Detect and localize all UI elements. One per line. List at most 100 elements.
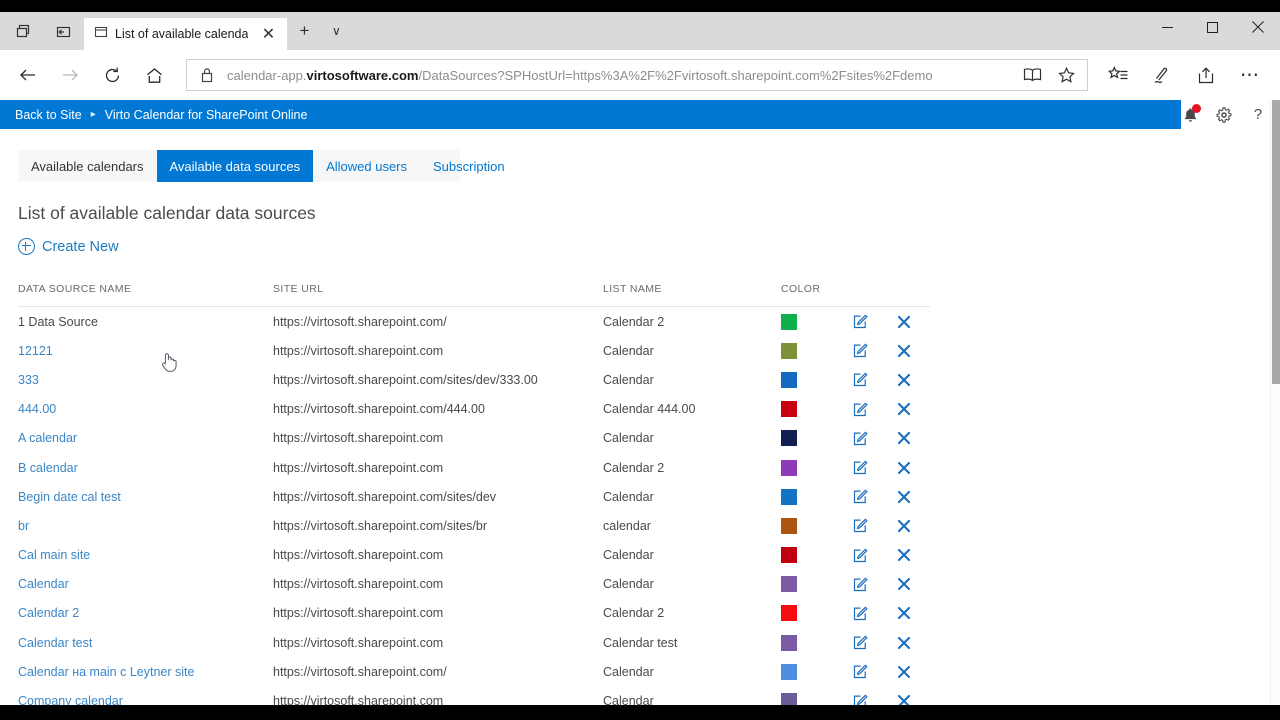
data-source-name-link[interactable]: B calendar <box>18 461 273 475</box>
data-source-name-link[interactable]: br <box>18 519 273 533</box>
edit-icon[interactable] <box>853 606 897 621</box>
help-icon[interactable]: ? <box>1248 105 1268 125</box>
data-source-name-link[interactable]: Cal main site <box>18 548 273 562</box>
edit-icon[interactable] <box>853 489 897 504</box>
site-url-cell: https://virtosoft.sharepoint.com/444.00 <box>273 402 485 417</box>
minimize-button[interactable] <box>1145 12 1190 42</box>
delete-icon[interactable] <box>897 373 930 387</box>
tab-subscription-label: Subscription <box>433 158 505 174</box>
table-row: Calendar test https://virtosoft.sharepoin… <box>18 628 930 657</box>
color-swatch <box>781 488 797 505</box>
vertical-scrollbar[interactable] <box>1270 100 1280 705</box>
delete-icon[interactable] <box>897 490 930 504</box>
edit-icon[interactable] <box>853 635 897 650</box>
color-cell <box>781 488 853 505</box>
tab-available-data-sources[interactable]: Available data sources <box>156 150 314 182</box>
data-source-name-link[interactable]: 12121 <box>18 344 273 358</box>
edit-icon[interactable] <box>853 664 897 679</box>
create-new-button[interactable]: Create New <box>18 238 119 255</box>
favorites-list-icon[interactable] <box>1096 56 1140 94</box>
gear-icon[interactable] <box>1214 105 1234 125</box>
column-header-site-url[interactable]: SITE URL <box>273 283 603 295</box>
delete-icon[interactable] <box>897 636 930 650</box>
color-cell <box>781 576 853 593</box>
delete-icon[interactable] <box>897 577 930 591</box>
forward-button[interactable] <box>50 56 90 94</box>
column-header-data-source-name[interactable]: DATA SOURCE NAME <box>18 283 273 295</box>
edit-icon[interactable] <box>853 693 897 705</box>
tab-preview-icon[interactable] <box>6 15 40 47</box>
delete-icon[interactable] <box>897 431 930 445</box>
color-cell <box>781 459 853 476</box>
list-name-cell: Calendar <box>603 431 654 446</box>
close-button[interactable] <box>1235 12 1280 42</box>
delete-icon[interactable] <box>897 402 930 416</box>
delete-icon[interactable] <box>897 344 930 358</box>
column-header-list-name[interactable]: LIST NAME <box>603 283 781 295</box>
tab-available-calendars[interactable]: Available calendars <box>18 150 157 182</box>
data-source-name-link[interactable]: Calendar test <box>18 636 273 650</box>
edit-icon[interactable] <box>853 548 897 563</box>
data-source-name-link[interactable]: Begin date cal test <box>18 490 273 504</box>
data-source-name-link[interactable]: 333 <box>18 373 273 387</box>
edit-icon[interactable] <box>853 402 897 417</box>
maximize-button[interactable] <box>1190 12 1235 42</box>
data-source-name-link[interactable]: Calendar <box>18 577 273 591</box>
window-controls <box>1145 12 1280 42</box>
browser-tab[interactable]: List of available calenda ✕ <box>84 18 288 50</box>
edit-icon[interactable] <box>853 314 897 329</box>
edit-icon[interactable] <box>853 431 897 446</box>
new-tab-button[interactable]: + <box>287 12 321 50</box>
back-button[interactable] <box>8 56 48 94</box>
more-options-icon[interactable]: ⋯ <box>1228 56 1272 94</box>
delete-icon[interactable] <box>897 694 930 705</box>
reading-view-icon[interactable] <box>1015 60 1049 90</box>
list-name-cell: calendar <box>603 518 651 533</box>
data-source-name-link[interactable]: Calendar на main с Leytner site <box>18 665 273 679</box>
back-to-site-link[interactable]: Back to Site <box>15 108 82 122</box>
edit-icon[interactable] <box>853 343 897 358</box>
delete-icon[interactable] <box>897 548 930 562</box>
list-name-cell: Calendar 2 <box>603 314 665 329</box>
tab-close-icon[interactable]: ✕ <box>255 20 281 48</box>
address-bar[interactable]: calendar-app.virtosoftware.com/DataSourc… <box>186 59 1088 91</box>
delete-icon[interactable] <box>897 315 930 329</box>
color-cell <box>781 430 853 447</box>
site-url-cell: https://virtosoft.sharepoint.com/ <box>273 664 447 679</box>
data-source-name-link[interactable]: 1 Data Source <box>18 315 273 329</box>
data-source-name-link[interactable]: Company calendar <box>18 694 273 705</box>
pen-icon[interactable] <box>1140 56 1184 94</box>
delete-icon[interactable] <box>897 461 930 475</box>
color-swatch <box>781 430 797 447</box>
data-source-name-link[interactable]: 444.00 <box>18 402 273 416</box>
data-source-name-link[interactable]: Calendar 2 <box>18 606 273 620</box>
tab-subscription[interactable]: Subscription <box>420 150 518 182</box>
color-swatch <box>781 547 797 564</box>
scrollbar-thumb[interactable] <box>1272 100 1280 384</box>
delete-icon[interactable] <box>897 519 930 533</box>
edit-icon[interactable] <box>853 577 897 592</box>
home-button[interactable] <box>134 56 174 94</box>
letterbox-bottom <box>0 705 1280 720</box>
column-header-color[interactable]: COLOR <box>781 283 853 295</box>
set-aside-tabs-icon[interactable] <box>46 15 80 47</box>
refresh-button[interactable] <box>92 56 132 94</box>
site-url-cell: https://virtosoft.sharepoint.com <box>273 694 444 705</box>
tab-dropdown-icon[interactable]: ∨ <box>321 12 351 50</box>
page-title: List of available calendar data sources <box>18 203 316 223</box>
edit-icon[interactable] <box>853 372 897 387</box>
delete-icon[interactable] <box>897 606 930 620</box>
edit-icon[interactable] <box>853 460 897 475</box>
share-icon[interactable] <box>1184 56 1228 94</box>
tab-allowed-users-label: Allowed users <box>326 158 408 174</box>
site-url-cell: https://virtosoft.sharepoint.com/sites/d… <box>273 489 497 504</box>
star-icon[interactable] <box>1049 60 1083 90</box>
edit-icon[interactable] <box>853 518 897 533</box>
bell-icon[interactable] <box>1180 103 1201 125</box>
list-name-cell: Calendar 2 <box>603 606 665 621</box>
data-source-name-link[interactable]: A calendar <box>18 431 273 445</box>
delete-icon[interactable] <box>897 665 930 679</box>
tab-allowed-users[interactable]: Allowed users <box>313 150 420 182</box>
color-swatch <box>781 693 797 705</box>
table-row: 12121 https://virtosoft.sharepoint.com Cal… <box>18 336 930 365</box>
